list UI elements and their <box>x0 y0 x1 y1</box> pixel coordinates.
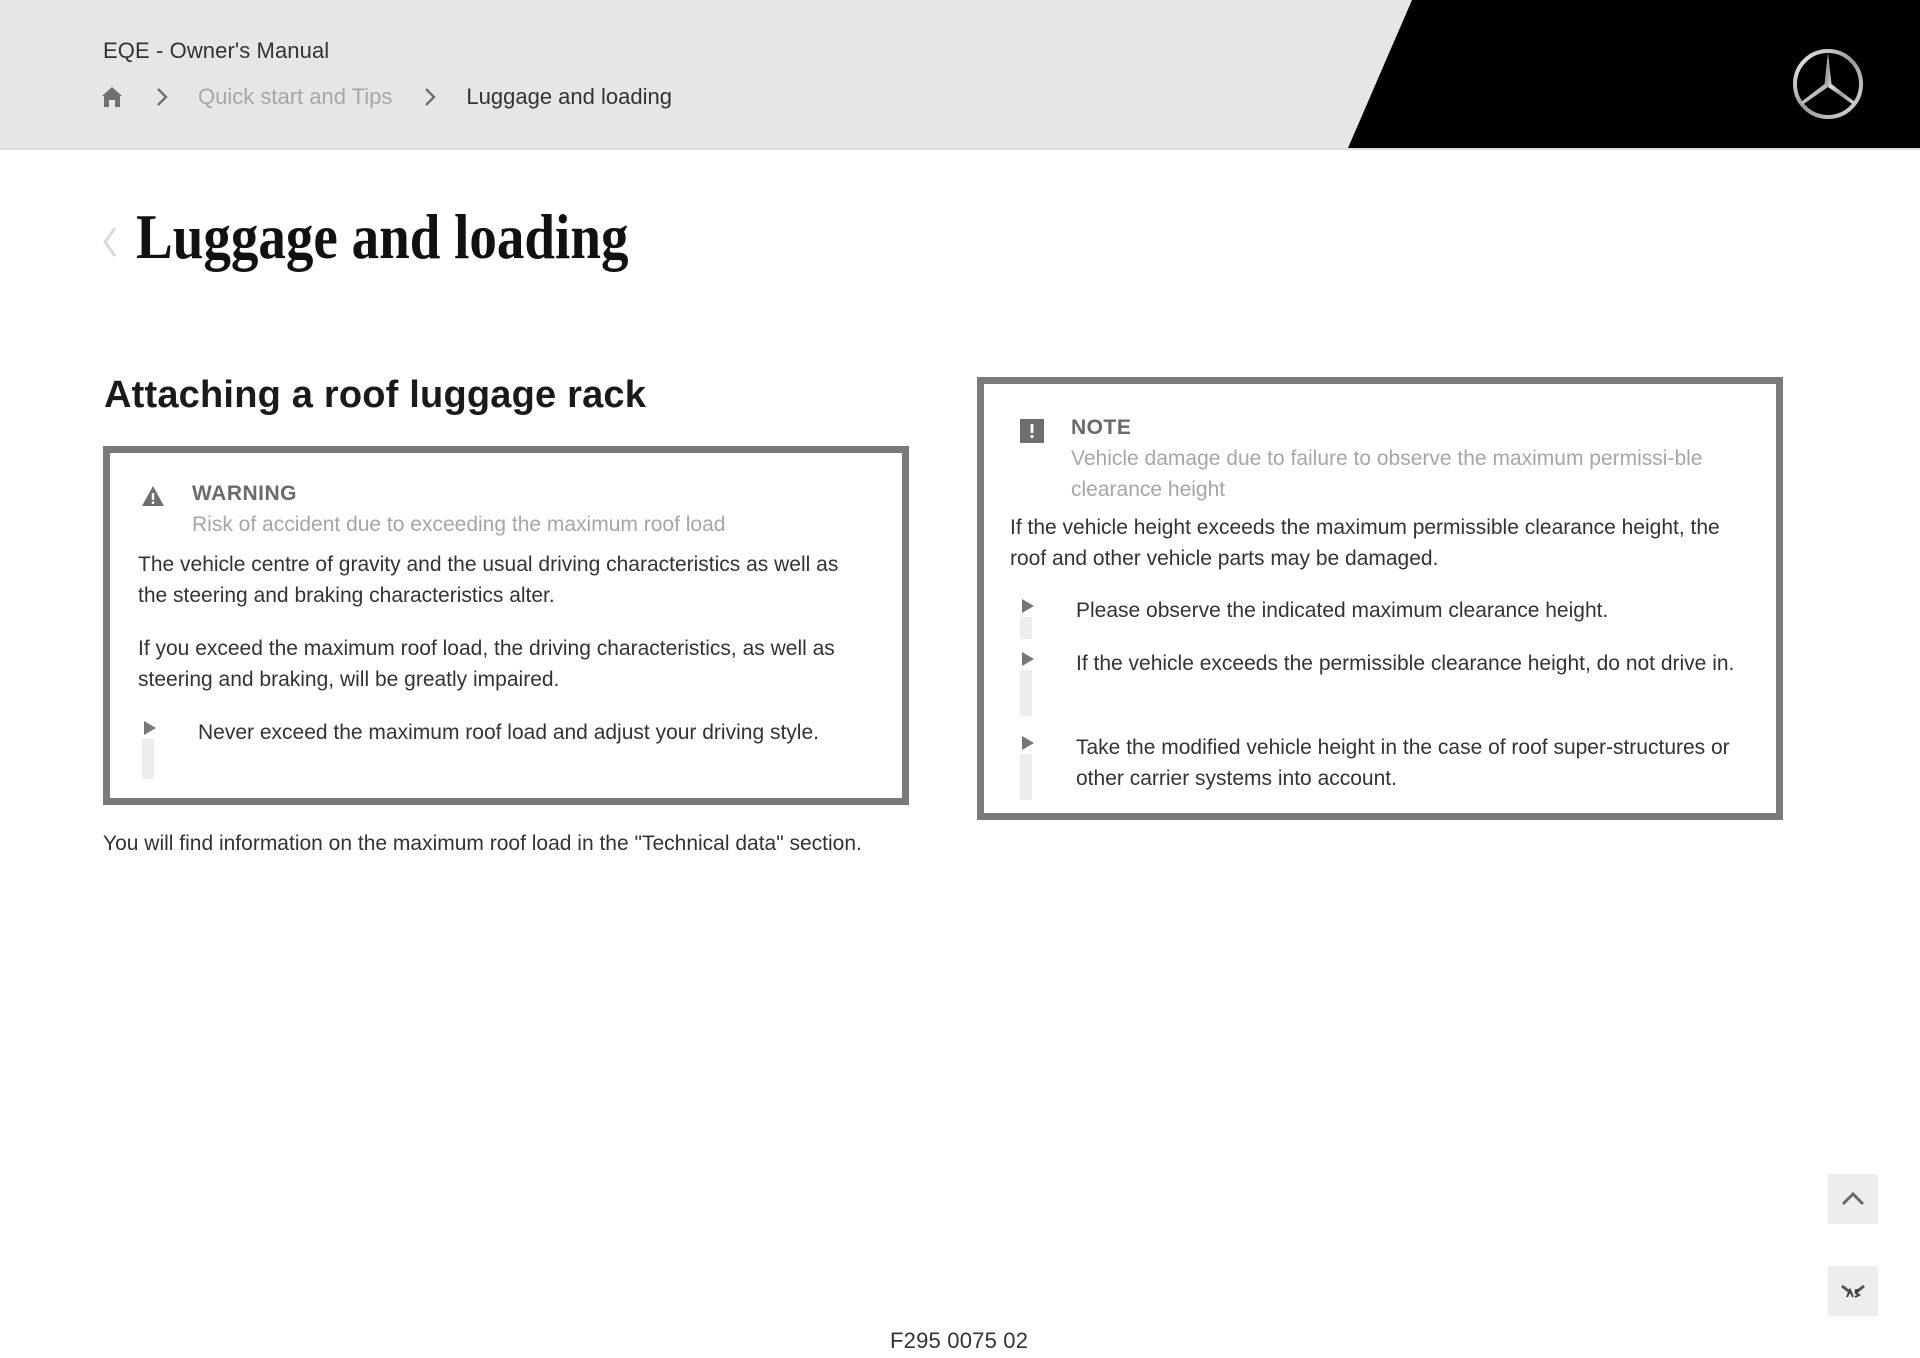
header-divider <box>0 148 1920 150</box>
bullet-bar <box>1020 617 1032 639</box>
technical-data-reference: You will find information on the maximum… <box>103 832 862 855</box>
note-label: NOTE <box>1071 416 1132 439</box>
chevron-left-icon[interactable] <box>100 222 120 262</box>
note-bullet-text: If the vehicle exceeds the permissible c… <box>1076 652 1735 675</box>
note-box: NOTE Vehicle damage due to failure to ob… <box>977 377 1783 820</box>
manual-title: EQE - Owner's Manual <box>103 38 330 63</box>
note-bullet-text: Take the modified vehicle height in the … <box>1076 736 1730 790</box>
feedback-icon <box>1828 1284 1878 1320</box>
home-icon[interactable] <box>100 85 124 109</box>
warning-bullet-text: Never exceed the maximum roof load and a… <box>198 721 819 744</box>
warning-triangle-icon <box>141 485 165 512</box>
breadcrumb-item-quick-start[interactable]: Quick start and Tips <box>198 84 392 110</box>
feedback-button[interactable] <box>1828 1266 1878 1316</box>
exclamation-square-icon <box>1020 419 1044 448</box>
section-heading: Attaching a roof luggage rack <box>104 374 647 416</box>
note-bullet-item: If the vehicle exceeds the permissible c… <box>1020 648 1750 718</box>
scroll-to-top-button[interactable] <box>1828 1174 1878 1224</box>
note-bullet-text: Please observe the indicated maximum cle… <box>1076 599 1609 622</box>
triangle-right-icon <box>1022 652 1034 666</box>
warning-bullet-item: Never exceed the maximum roof load and a… <box>142 717 862 779</box>
breadcrumb: Quick start and Tips Luggage and loading <box>100 82 672 112</box>
triangle-right-icon <box>1022 599 1034 613</box>
bullet-bar <box>1020 754 1032 800</box>
page-title: Luggage and loading <box>136 201 629 272</box>
mercedes-star-logo[interactable] <box>1790 46 1866 122</box>
breadcrumb-item-current: Luggage and loading <box>466 84 672 109</box>
note-bullet-item: Take the modified vehicle height in the … <box>1020 732 1750 802</box>
bullet-bar <box>142 739 154 779</box>
warning-subtitle: Risk of accident due to exceeding the ma… <box>192 513 726 536</box>
header-bar: EQE - Owner's Manual Quick start and Tip… <box>0 0 1920 148</box>
triangle-right-icon <box>1022 736 1034 750</box>
bullet-bar <box>1020 670 1032 716</box>
triangle-right-icon <box>144 721 156 735</box>
warning-box: WARNING Risk of accident due to exceedin… <box>103 446 909 805</box>
chevron-right-icon <box>154 87 170 107</box>
warning-label: WARNING <box>192 482 297 505</box>
chevron-up-icon <box>1828 1191 1878 1228</box>
document-code: F295 0075 02 <box>890 1328 1029 1353</box>
warning-paragraph: If you exceed the maximum roof load, the… <box>138 637 835 691</box>
chevron-right-icon <box>422 87 438 107</box>
note-subtitle: Vehicle damage due to failure to observe… <box>1071 447 1703 501</box>
note-bullet-item: Please observe the indicated maximum cle… <box>1020 595 1750 639</box>
warning-paragraph: The vehicle centre of gravity and the us… <box>138 553 839 607</box>
note-paragraph: If the vehicle height exceeds the maximu… <box>1010 516 1720 570</box>
